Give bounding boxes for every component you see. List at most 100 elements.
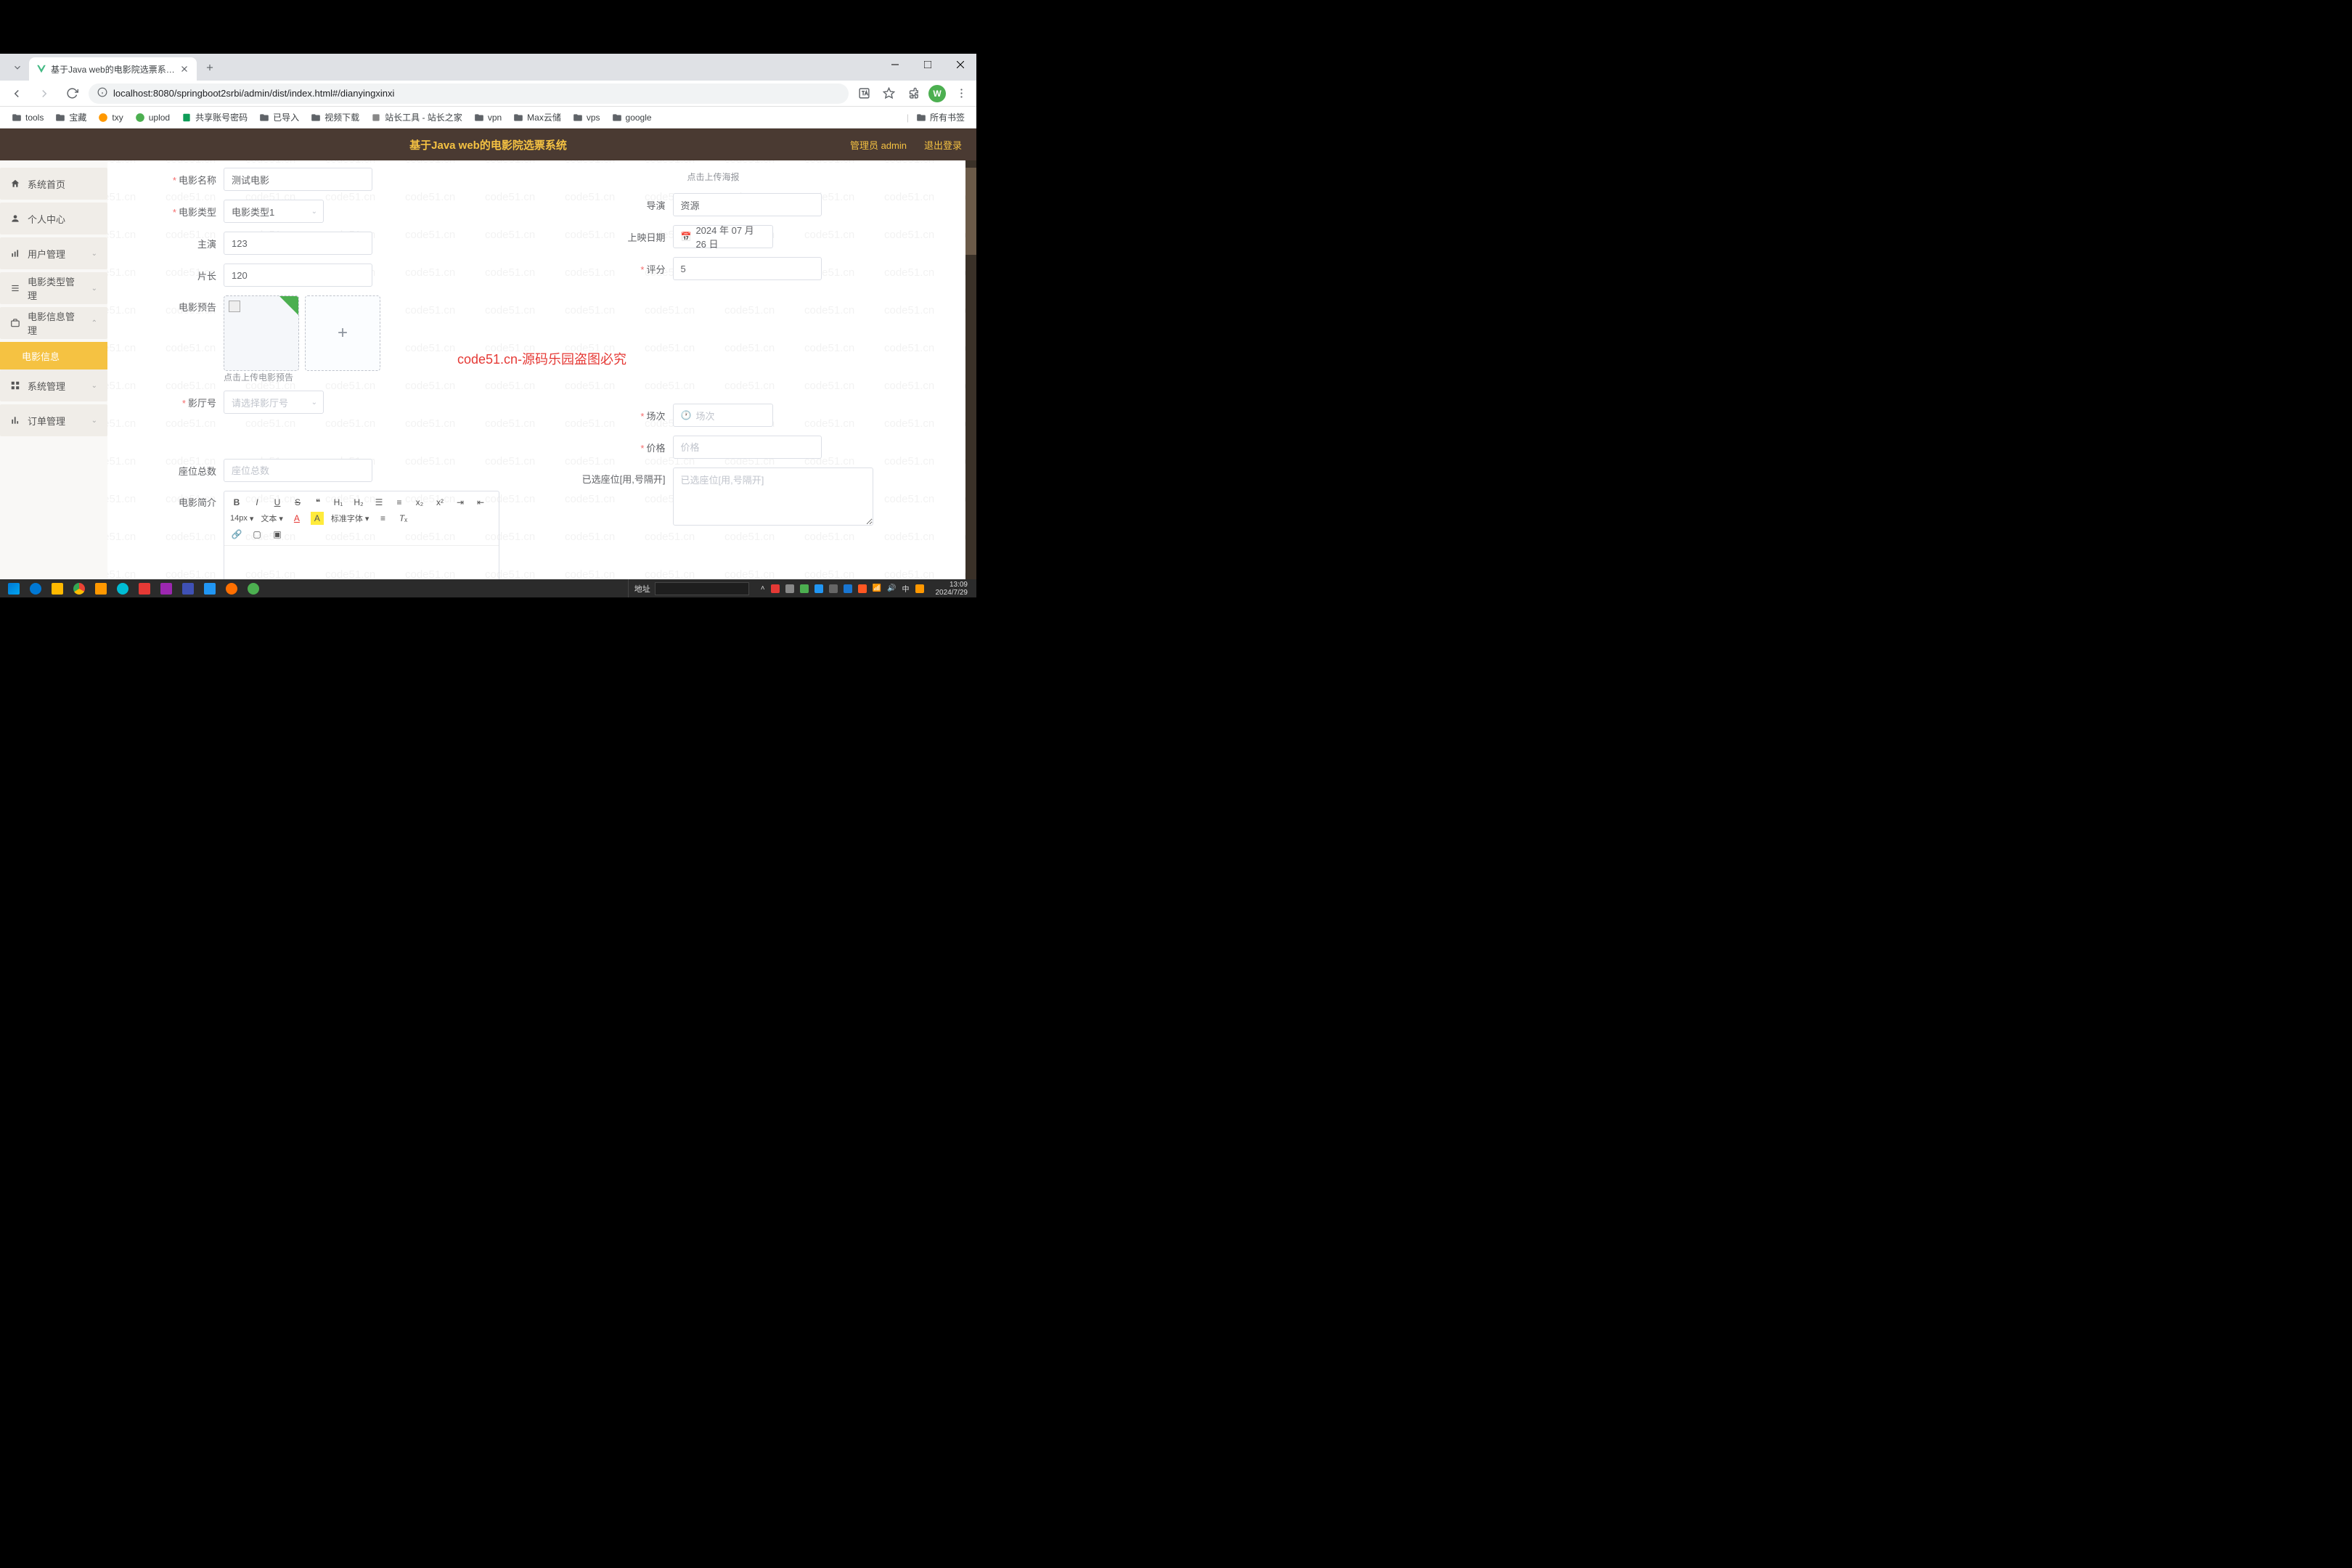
taskbar-app-wechat[interactable]: [242, 581, 264, 597]
bookmark-star-icon[interactable]: [879, 84, 898, 103]
tray-icon[interactable]: [915, 584, 924, 593]
tab-search-icon[interactable]: [9, 59, 26, 76]
bookmark-folder[interactable]: tools: [7, 110, 48, 125]
italic-button[interactable]: I: [250, 496, 264, 509]
bookmark-folder[interactable]: vpn: [470, 110, 506, 125]
sub-button[interactable]: x₂: [413, 496, 426, 509]
movie-type-select[interactable]: 电影类型1⌄: [224, 200, 324, 223]
color-button[interactable]: A: [290, 512, 303, 525]
bookmark-item[interactable]: txy: [94, 110, 127, 125]
session-date-input[interactable]: 🕐 场次: [673, 404, 773, 427]
release-date-input[interactable]: 📅 2024 年 07 月 26 日: [673, 225, 773, 248]
duration-input[interactable]: [224, 264, 372, 287]
bookmark-folder[interactable]: vps: [568, 110, 605, 125]
browser-menu-icon[interactable]: [952, 84, 971, 103]
browser-tab[interactable]: 基于Java web的电影院选票系…: [29, 57, 197, 81]
tray-network-icon[interactable]: 📶: [873, 584, 881, 592]
taskbar-app[interactable]: [199, 581, 221, 597]
site-info-icon[interactable]: [97, 87, 107, 99]
h1-button[interactable]: H₁: [332, 496, 345, 509]
seat-total-input[interactable]: [224, 459, 372, 482]
editor-content[interactable]: [224, 546, 499, 579]
new-tab-button[interactable]: [200, 57, 220, 78]
sidebar-item-orders[interactable]: 订单管理 ⌄: [0, 404, 107, 436]
font-family-select[interactable]: 标准字体 ▾: [331, 513, 369, 524]
clear-format-button[interactable]: Tₓ: [396, 512, 409, 525]
all-bookmarks-button[interactable]: 所有书签: [912, 109, 969, 126]
address-bar[interactable]: localhost:8080/springboot2srbi/admin/dis…: [89, 83, 849, 104]
image-button[interactable]: ▢: [250, 528, 264, 541]
movie-name-input[interactable]: [224, 168, 372, 191]
sidebar-item-movie-info[interactable]: 电影信息管理 ⌃: [0, 307, 107, 339]
taskbar-addr-input[interactable]: [655, 582, 749, 595]
profile-avatar[interactable]: W: [928, 85, 946, 102]
scrollbar-thumb[interactable]: [965, 168, 976, 255]
director-input[interactable]: [673, 193, 822, 216]
page-scrollbar[interactable]: [965, 160, 976, 579]
h2-button[interactable]: H₂: [352, 496, 365, 509]
video-button[interactable]: ▣: [271, 528, 284, 541]
tray-icon[interactable]: [858, 584, 867, 593]
sidebar-item-users[interactable]: 用户管理 ⌄: [0, 237, 107, 269]
taskbar-app[interactable]: [112, 581, 134, 597]
extensions-icon[interactable]: [904, 84, 923, 103]
sidebar-item-system[interactable]: 系统管理 ⌄: [0, 369, 107, 401]
window-close-button[interactable]: [944, 54, 976, 75]
actor-input[interactable]: [224, 232, 372, 255]
taskbar-app[interactable]: [221, 581, 242, 597]
tray-volume-icon[interactable]: 🔊: [887, 584, 896, 592]
bookmark-item[interactable]: 共享账号密码: [177, 109, 252, 126]
bookmark-folder[interactable]: 已导入: [255, 109, 303, 126]
trailer-uploaded-thumb[interactable]: [224, 295, 299, 371]
bookmark-folder[interactable]: google: [608, 110, 656, 125]
taskbar-app-sublime[interactable]: [90, 581, 112, 597]
trailer-upload-add[interactable]: +: [305, 295, 380, 371]
tray-icon[interactable]: [829, 584, 838, 593]
close-tab-icon[interactable]: [179, 64, 189, 74]
tray-expand-icon[interactable]: ˄: [761, 584, 765, 592]
tray-icon[interactable]: [844, 584, 852, 593]
taskbar-app[interactable]: [177, 581, 199, 597]
outdent-button[interactable]: ⇤: [474, 496, 487, 509]
tray-icon[interactable]: [800, 584, 809, 593]
taskbar-app[interactable]: [134, 581, 155, 597]
align-button[interactable]: ≡: [376, 512, 389, 525]
bgcolor-button[interactable]: A: [311, 512, 324, 525]
font-style-select[interactable]: 文本 ▾: [261, 513, 283, 524]
taskbar-app-edge[interactable]: [25, 581, 46, 597]
bookmark-item[interactable]: 站长工具 - 站长之家: [367, 109, 467, 126]
tray-icon[interactable]: [771, 584, 780, 593]
translate-icon[interactable]: [854, 84, 873, 103]
bookmark-folder[interactable]: 宝藏: [51, 109, 91, 126]
bookmark-folder[interactable]: 视频下载: [306, 109, 364, 126]
quote-button[interactable]: ❝: [311, 496, 324, 509]
ol-button[interactable]: ☰: [372, 496, 385, 509]
bold-button[interactable]: B: [230, 496, 243, 509]
selected-seats-textarea[interactable]: [673, 467, 873, 526]
bookmark-item[interactable]: uplod: [131, 110, 174, 125]
start-button[interactable]: [3, 581, 25, 597]
sidebar-item-profile[interactable]: 个人中心: [0, 203, 107, 234]
taskbar-clock[interactable]: 13:09 2024/7/29: [930, 581, 974, 597]
hall-select[interactable]: 请选择影厅号⌄: [224, 391, 324, 414]
tray-icon[interactable]: [785, 584, 794, 593]
font-size-select[interactable]: 14px ▾: [230, 514, 253, 523]
logout-button[interactable]: 退出登录: [924, 138, 962, 152]
window-maximize-button[interactable]: [911, 54, 944, 75]
taskbar-app-explorer[interactable]: [46, 581, 68, 597]
tray-icon[interactable]: [814, 584, 823, 593]
taskbar-app-chrome[interactable]: [68, 581, 90, 597]
price-input[interactable]: [673, 436, 822, 459]
bookmark-folder[interactable]: Max云储: [509, 109, 565, 126]
ul-button[interactable]: ≡: [393, 496, 406, 509]
link-button[interactable]: 🔗: [230, 528, 243, 541]
nav-reload-button[interactable]: [61, 83, 83, 105]
sidebar-subitem-movie-info[interactable]: 电影信息: [0, 342, 107, 369]
nav-back-button[interactable]: [6, 83, 28, 105]
rating-input[interactable]: [673, 257, 822, 280]
indent-button[interactable]: ⇥: [454, 496, 467, 509]
taskbar-app[interactable]: [155, 581, 177, 597]
admin-label[interactable]: 管理员 admin: [850, 138, 907, 152]
sup-button[interactable]: x²: [433, 496, 446, 509]
strike-button[interactable]: S: [291, 496, 304, 509]
